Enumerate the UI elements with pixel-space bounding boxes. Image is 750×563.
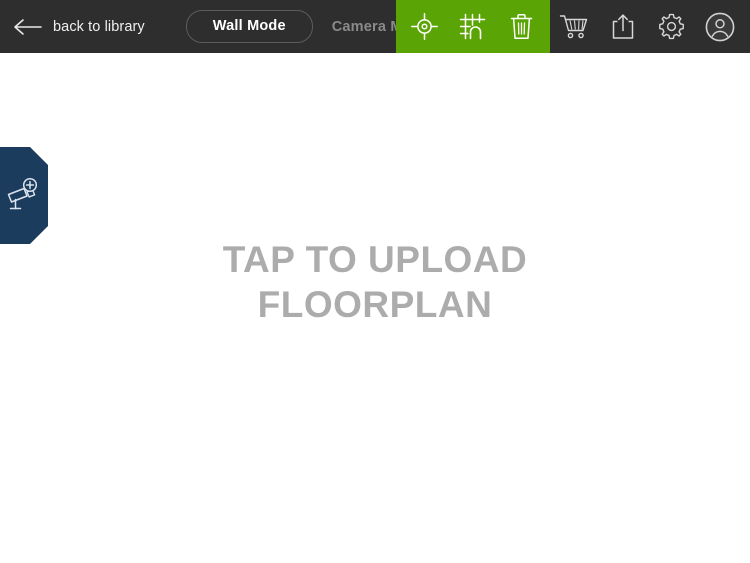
- floorplan-wall-button[interactable]: [453, 7, 493, 47]
- back-to-library-label: back to library: [53, 18, 145, 35]
- share-button[interactable]: [603, 7, 643, 47]
- arrow-left-icon: [14, 18, 42, 35]
- target-crosshair-button[interactable]: [404, 7, 444, 47]
- user-avatar-icon: [705, 12, 735, 41]
- floorplan-canvas[interactable]: TAP TO UPLOAD FLOORPLAN: [0, 53, 750, 563]
- toolbar-left-group: back to library Wall Mode Camera Mode: [0, 0, 429, 53]
- delete-button[interactable]: [502, 7, 542, 47]
- floorplan-wall-icon: [460, 13, 486, 40]
- upload-prompt-line-2: FLOORPLAN: [257, 284, 493, 325]
- add-camera-icon: [7, 177, 37, 210]
- upload-prompt-line-1: TAP TO UPLOAD: [222, 238, 528, 280]
- account-button[interactable]: [700, 7, 740, 47]
- share-upload-icon: [612, 14, 633, 39]
- settings-button[interactable]: [651, 7, 691, 47]
- mode-switcher: Wall Mode Camera Mode: [185, 10, 429, 43]
- upload-prompt: TAP TO UPLOAD FLOORPLAN: [0, 53, 750, 563]
- back-to-library-button[interactable]: back to library: [12, 16, 145, 38]
- target-crosshair-icon: [410, 13, 438, 40]
- top-toolbar: back to library Wall Mode Camera Mode: [0, 0, 750, 53]
- add-camera-tab[interactable]: [0, 147, 48, 244]
- shopping-cart-icon: [560, 15, 588, 39]
- trash-icon: [510, 14, 533, 39]
- dark-tool-group: [550, 0, 750, 53]
- green-tool-group: [396, 0, 550, 53]
- gear-icon: [658, 13, 684, 40]
- tab-wall-mode[interactable]: Wall Mode: [185, 10, 313, 43]
- cart-button[interactable]: [554, 7, 594, 47]
